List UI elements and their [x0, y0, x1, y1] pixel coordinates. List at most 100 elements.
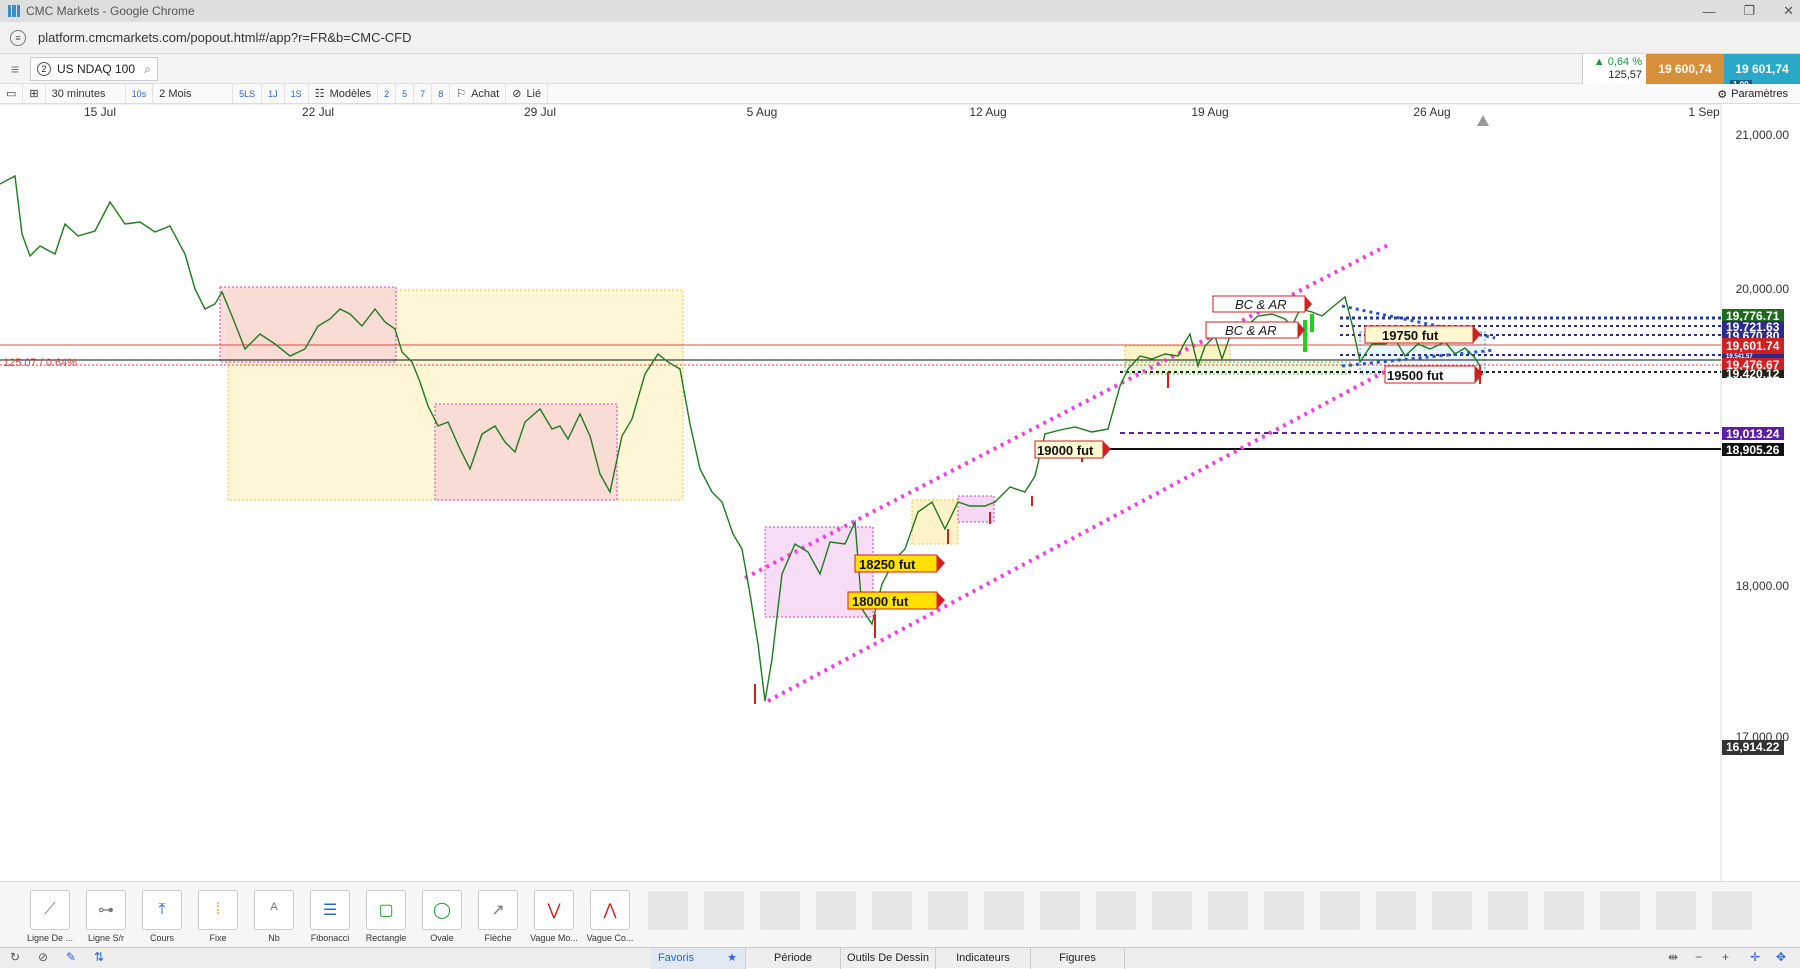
restore-button[interactable]: ❐	[1743, 3, 1755, 19]
tool-text-note[interactable]: ᴬ Nb	[250, 890, 298, 943]
tab-figures[interactable]: Figures	[1030, 948, 1125, 969]
empty-tool-slot[interactable]	[1096, 891, 1136, 930]
level-tag: 19,601.74	[1726, 339, 1780, 353]
level-tag: 19,420.12	[1726, 367, 1780, 381]
compress-icon[interactable]: ⇹	[1668, 950, 1678, 964]
tool-trendline[interactable]: ⟋ Ligne De ...	[26, 890, 74, 943]
empty-tool-slot[interactable]	[1040, 891, 1080, 930]
range-box[interactable]	[957, 495, 995, 523]
url-text[interactable]: platform.cmcmarkets.com/popout.html#/app…	[38, 30, 412, 45]
instrument-index-badge: 2	[37, 62, 51, 76]
template-slot-2[interactable]: 2	[378, 83, 397, 104]
layout-icon[interactable]: ⊞	[23, 83, 46, 104]
annotation-text: 19000 fut	[1037, 443, 1094, 458]
tool-rectangle[interactable]: ▢ Rectangle	[362, 890, 410, 943]
interval-select[interactable]: 30 minutes	[46, 83, 126, 104]
empty-tool-slot[interactable]	[872, 891, 912, 930]
cmc-logo-icon	[8, 5, 20, 17]
templates-label: Modèles	[329, 87, 372, 100]
tool-arrow[interactable]: ↗ Flèche	[474, 890, 522, 943]
move-icon[interactable]: ✥	[1776, 950, 1786, 964]
empty-tool-slot[interactable]	[760, 891, 800, 930]
close-button[interactable]: ✕	[1783, 3, 1794, 19]
tool-fibonacci[interactable]: ☰ Fibonacci	[306, 890, 354, 943]
templates-icon: ☷	[314, 88, 325, 100]
date-label: 1 Sep	[1688, 105, 1720, 119]
empty-tool-slot[interactable]	[1488, 891, 1528, 930]
empty-tool-slot[interactable]	[704, 891, 744, 930]
tab-periode[interactable]: Période	[745, 948, 840, 969]
empty-tool-slot[interactable]	[1712, 891, 1752, 930]
tool-corrective-wave[interactable]: ⋀ Vague Co...	[586, 890, 634, 943]
empty-tool-slot[interactable]	[816, 891, 856, 930]
quick-range-5ls[interactable]: 5LS	[233, 83, 263, 104]
range-box[interactable]	[911, 499, 959, 545]
crosshair-icon[interactable]: ✛	[1750, 950, 1760, 964]
chart-toolbar: ▭ ⊞ 30 minutes 10s 2 Mois 5LS 1J 1S ☷ Mod…	[0, 83, 1800, 104]
date-label: 5 Aug	[747, 105, 778, 119]
tab-indicators[interactable]: Indicateurs	[935, 948, 1030, 969]
range-select[interactable]: 2 Mois	[153, 83, 234, 104]
tool-label: Fibonacci	[310, 933, 350, 943]
buy-button[interactable]: 19 601,74 1.00	[1724, 54, 1800, 89]
arrow-icon: ↗	[478, 890, 518, 930]
search-icon[interactable]: ⌕	[144, 62, 151, 77]
empty-tool-slot[interactable]	[1600, 891, 1640, 930]
price-axis-label: 20,000.00	[1736, 282, 1790, 296]
tool-fixed-line[interactable]: ⁞ Fixe	[194, 890, 242, 943]
chart-canvas[interactable]: 15 Jul 22 Jul 29 Jul 5 Aug 12 Aug 19 Aug…	[0, 104, 1800, 881]
tool-sr-line[interactable]: ⊶ Ligne S/r	[82, 890, 130, 943]
date-label: 29 Jul	[524, 105, 556, 119]
tab-favoris[interactable]: Favoris ★	[650, 948, 745, 969]
empty-tool-slot[interactable]	[648, 891, 688, 930]
link-toggle-label: Lié	[526, 87, 542, 100]
sell-button[interactable]: 19 600,74	[1646, 54, 1724, 84]
empty-tool-slot[interactable]	[1320, 891, 1360, 930]
template-slot-7[interactable]: 7	[414, 83, 433, 104]
settings-button[interactable]: ⚙ Paramètres	[1717, 84, 1788, 104]
tool-wave[interactable]: ⋁ Vague Mo...	[530, 890, 578, 943]
price-axis-label: 18,000.00	[1736, 579, 1790, 593]
zoom-in-button[interactable]: +	[1722, 950, 1729, 964]
minimize-button[interactable]: —	[1702, 4, 1715, 19]
magnet-icon[interactable]: ⇅	[94, 950, 104, 964]
tool-price-line[interactable]: ⤒ Cours	[138, 890, 186, 943]
interval-short-button[interactable]: 10s	[126, 83, 154, 104]
zoom-out-button[interactable]: −	[1695, 950, 1702, 964]
empty-tool-slot[interactable]	[984, 891, 1024, 930]
instrument-search[interactable]: 2 US NDAQ 100 ⌕	[30, 57, 158, 81]
tool-label: Rectangle	[365, 933, 407, 943]
empty-tool-slot[interactable]	[1432, 891, 1472, 930]
range-box[interactable]	[434, 403, 618, 501]
price-line-icon: ⤒	[142, 890, 182, 930]
clear-icon[interactable]: ⊘	[38, 950, 48, 964]
quick-range-1s[interactable]: 1S	[285, 83, 309, 104]
empty-tool-slot[interactable]	[1264, 891, 1304, 930]
empty-tool-slot[interactable]	[1544, 891, 1584, 930]
template-slot-8[interactable]: 8	[432, 83, 451, 104]
pencil-icon[interactable]: ✎	[66, 950, 76, 964]
tool-oval[interactable]: ◯ Ovale	[418, 890, 466, 943]
templates-button[interactable]: ☷ Modèles	[309, 83, 379, 104]
price-chart[interactable]: 15 Jul 22 Jul 29 Jul 5 Aug 12 Aug 19 Aug…	[0, 104, 1800, 881]
level-tag: 18,905.26	[1726, 443, 1780, 457]
empty-tool-slot[interactable]	[928, 891, 968, 930]
address-bar[interactable]: ≡ platform.cmcmarkets.com/popout.html#/a…	[0, 22, 1800, 54]
hamburger-menu-icon[interactable]: ≡	[6, 61, 24, 77]
empty-tool-slot[interactable]	[1376, 891, 1416, 930]
empty-tool-slot[interactable]	[1152, 891, 1192, 930]
buy-toggle[interactable]: ⚐ Achat	[450, 83, 507, 104]
quick-range-1j[interactable]: 1J	[262, 83, 285, 104]
template-slot-5[interactable]: 5	[396, 83, 415, 104]
tab-label: Favoris	[658, 952, 695, 964]
cart-icon: ⚐	[456, 88, 467, 100]
date-label: 22 Jul	[302, 105, 334, 119]
link-toggle[interactable]: ⊘ Lié	[506, 83, 549, 104]
refresh-icon[interactable]: ↻	[10, 950, 20, 964]
empty-tool-slot[interactable]	[1656, 891, 1696, 930]
site-info-icon[interactable]: ≡	[10, 29, 26, 46]
empty-tool-slot[interactable]	[1208, 891, 1248, 930]
range-box[interactable]	[219, 286, 397, 363]
tab-drawing-tools[interactable]: Outils De Dessin	[840, 948, 935, 969]
chart-type-icon[interactable]: ▭	[0, 83, 24, 104]
